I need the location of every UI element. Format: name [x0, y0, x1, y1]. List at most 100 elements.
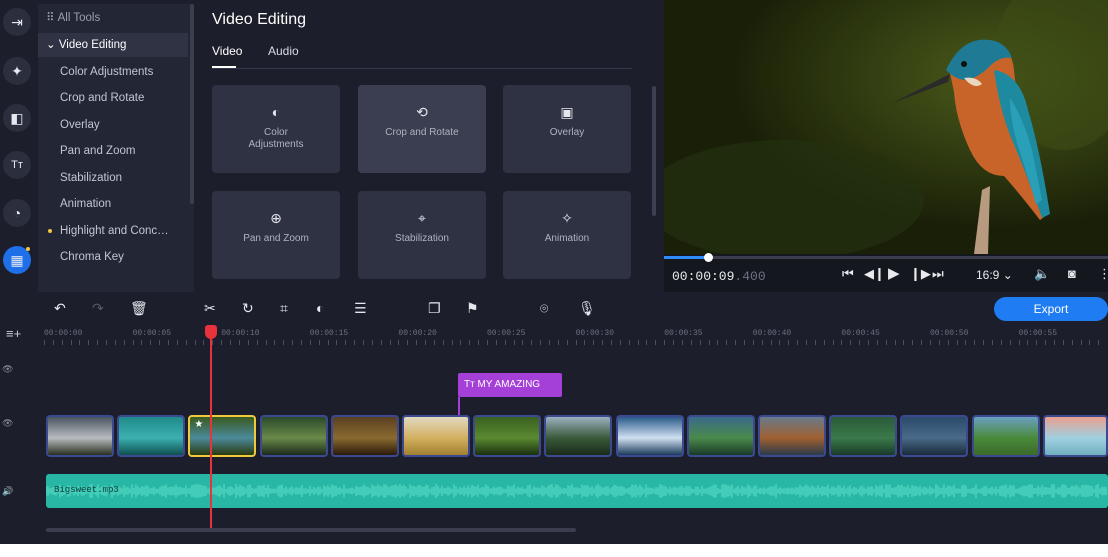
- timeline-ruler[interactable]: 00:00:00 00:00:05 00:00:10 00:00:15 00:00:20…: [40, 326, 1108, 346]
- ruler-tick: [761, 340, 763, 345]
- cut-icon[interactable]: ✂: [204, 300, 216, 317]
- ruler-tick: [336, 340, 338, 345]
- tool-item-chroma-key[interactable]: Chroma Key: [38, 245, 188, 269]
- preview-player: 00:00:09.400 ⏮ ◀❙ ▶ ❙▶ ⏭ 16:9 ⌄ 🔈 ◙ ⋮: [664, 0, 1108, 292]
- titles-button[interactable]: Tт: [3, 151, 31, 179]
- mute-icon[interactable]: 🔊: [2, 486, 13, 496]
- ruler-tick: [185, 340, 187, 345]
- visibility-icon[interactable]: 👁: [2, 418, 13, 428]
- tool-item-animation[interactable]: Animation: [38, 192, 188, 216]
- video-editing-section[interactable]: ⌄ Video Editing: [38, 33, 188, 57]
- tool-item-overlay[interactable]: Overlay: [38, 113, 188, 137]
- video-clip[interactable]: [259, 415, 328, 457]
- overlay-icon: ▣: [560, 104, 574, 120]
- ruler-tick: [52, 340, 54, 345]
- step-forward-icon[interactable]: ❙▶: [910, 266, 931, 282]
- timeline-scrollbar[interactable]: [46, 528, 576, 532]
- skip-start-icon[interactable]: ⏮: [842, 266, 854, 282]
- ruler-tick: [575, 340, 577, 345]
- transitions-button[interactable]: ◧: [3, 104, 31, 132]
- tile-pan-and-zoom[interactable]: ⊕ Pan and Zoom: [212, 191, 340, 279]
- tab-audio[interactable]: Audio: [268, 44, 299, 58]
- overlay-tool-icon[interactable]: ❐: [428, 300, 441, 317]
- stickers-button[interactable]: ◔: [3, 199, 31, 227]
- tile-label: Animation: [544, 233, 590, 244]
- ruler-tick: [292, 340, 294, 345]
- tile-crop-and-rotate[interactable]: ⟲ Crop and Rotate: [358, 85, 486, 173]
- aspect-ratio-select[interactable]: 16:9 ⌄: [976, 268, 1013, 282]
- tool-item-highlight-and-conceal[interactable]: Highlight and Conc…: [38, 219, 188, 243]
- visibility-icon[interactable]: 👁: [2, 364, 13, 374]
- color-adjust-icon: ◐: [271, 104, 281, 120]
- undo-icon[interactable]: ↶: [54, 300, 66, 317]
- scrubber-handle[interactable]: [704, 253, 714, 262]
- step-back-icon[interactable]: ◀❙: [864, 266, 885, 282]
- playhead[interactable]: [210, 326, 212, 532]
- crop-icon[interactable]: ⌗: [280, 300, 288, 317]
- add-track-icon[interactable]: ≡+: [6, 326, 21, 341]
- tile-color-adjustments[interactable]: ◐ Color Adjustments: [212, 85, 340, 173]
- microphone-icon[interactable]: 🎙: [578, 300, 596, 317]
- video-clip[interactable]: [758, 415, 826, 457]
- playhead-handle[interactable]: [205, 325, 217, 339]
- color-icon[interactable]: ◐: [316, 300, 324, 316]
- location-pin-icon[interactable]: ⌾: [540, 300, 548, 317]
- video-clip[interactable]: [117, 415, 186, 457]
- video-clip[interactable]: [615, 415, 684, 457]
- video-clip[interactable]: [1042, 415, 1108, 457]
- marker-flag-icon[interactable]: ⚑: [466, 300, 479, 317]
- ruler-tick: [1089, 340, 1091, 345]
- tile-overlay[interactable]: ▣ Overlay: [503, 85, 631, 173]
- ruler-tick: [371, 340, 373, 345]
- snapshot-icon[interactable]: ◙: [1068, 266, 1076, 281]
- volume-icon[interactable]: 🔈: [1034, 266, 1050, 282]
- video-clip[interactable]: [544, 415, 613, 457]
- tab-video[interactable]: Video: [212, 44, 242, 58]
- all-tools-link[interactable]: ⠿ All Tools: [38, 6, 188, 30]
- video-clip[interactable]: [330, 415, 399, 457]
- import-button[interactable]: ⇥: [3, 8, 31, 36]
- video-track-controls: 👁: [2, 418, 32, 429]
- rotate-icon[interactable]: ↻: [242, 300, 254, 317]
- more-tools-icon: ▦: [10, 251, 24, 268]
- tile-animation[interactable]: ✧ Animation: [503, 191, 631, 279]
- ruler-tick: [318, 340, 320, 345]
- video-clip[interactable]: ★: [188, 415, 257, 457]
- video-clip[interactable]: [473, 415, 542, 457]
- play-icon[interactable]: ▶: [888, 264, 900, 282]
- tool-item-pan-and-zoom[interactable]: Pan and Zoom: [38, 139, 188, 163]
- video-clip[interactable]: [900, 415, 969, 457]
- more-tools-button[interactable]: ▦: [3, 246, 31, 274]
- more-menu-icon[interactable]: ⋮: [1098, 266, 1108, 282]
- preview-scrubber[interactable]: [664, 253, 1108, 262]
- skip-end-icon[interactable]: ⏭: [932, 266, 944, 282]
- video-clip[interactable]: [46, 415, 114, 457]
- stabilization-icon: ⌖: [418, 210, 426, 226]
- titles-icon: Tт: [11, 159, 23, 171]
- video-preview[interactable]: [664, 0, 1108, 254]
- video-clip[interactable]: [402, 415, 470, 457]
- video-clip[interactable]: [686, 415, 755, 457]
- ruler-tick: [1009, 340, 1011, 345]
- tool-item-crop-and-rotate[interactable]: Crop and Rotate: [38, 86, 188, 110]
- video-clip[interactable]: [829, 415, 898, 457]
- tile-stabilization[interactable]: ⌖ Stabilization: [358, 191, 486, 279]
- export-button[interactable]: Export: [994, 297, 1108, 321]
- ruler-tick: [1054, 340, 1056, 345]
- audio-clip[interactable]: Bigsweet.mp3: [46, 474, 1108, 508]
- delete-icon[interactable]: 🗑: [130, 300, 148, 317]
- ruler-tick: [1018, 340, 1020, 345]
- tile-label: Stabilization: [395, 233, 449, 244]
- tools-scrollbar[interactable]: [190, 4, 194, 204]
- ruler-tick: [150, 340, 152, 345]
- tool-item-stabilization[interactable]: Stabilization: [38, 166, 188, 190]
- ruler-tick: [611, 340, 613, 345]
- tool-item-color-adjustments[interactable]: Color Adjustments: [38, 60, 188, 84]
- video-clip[interactable]: [971, 415, 1040, 457]
- properties-icon[interactable]: ☰: [354, 300, 367, 317]
- filters-button[interactable]: ✦: [3, 57, 31, 85]
- redo-icon[interactable]: ↷: [92, 300, 104, 317]
- title-clip[interactable]: Tт MY AMAZING: [458, 373, 562, 397]
- ruler-tick: [814, 340, 816, 345]
- panel-scrollbar[interactable]: [652, 86, 656, 216]
